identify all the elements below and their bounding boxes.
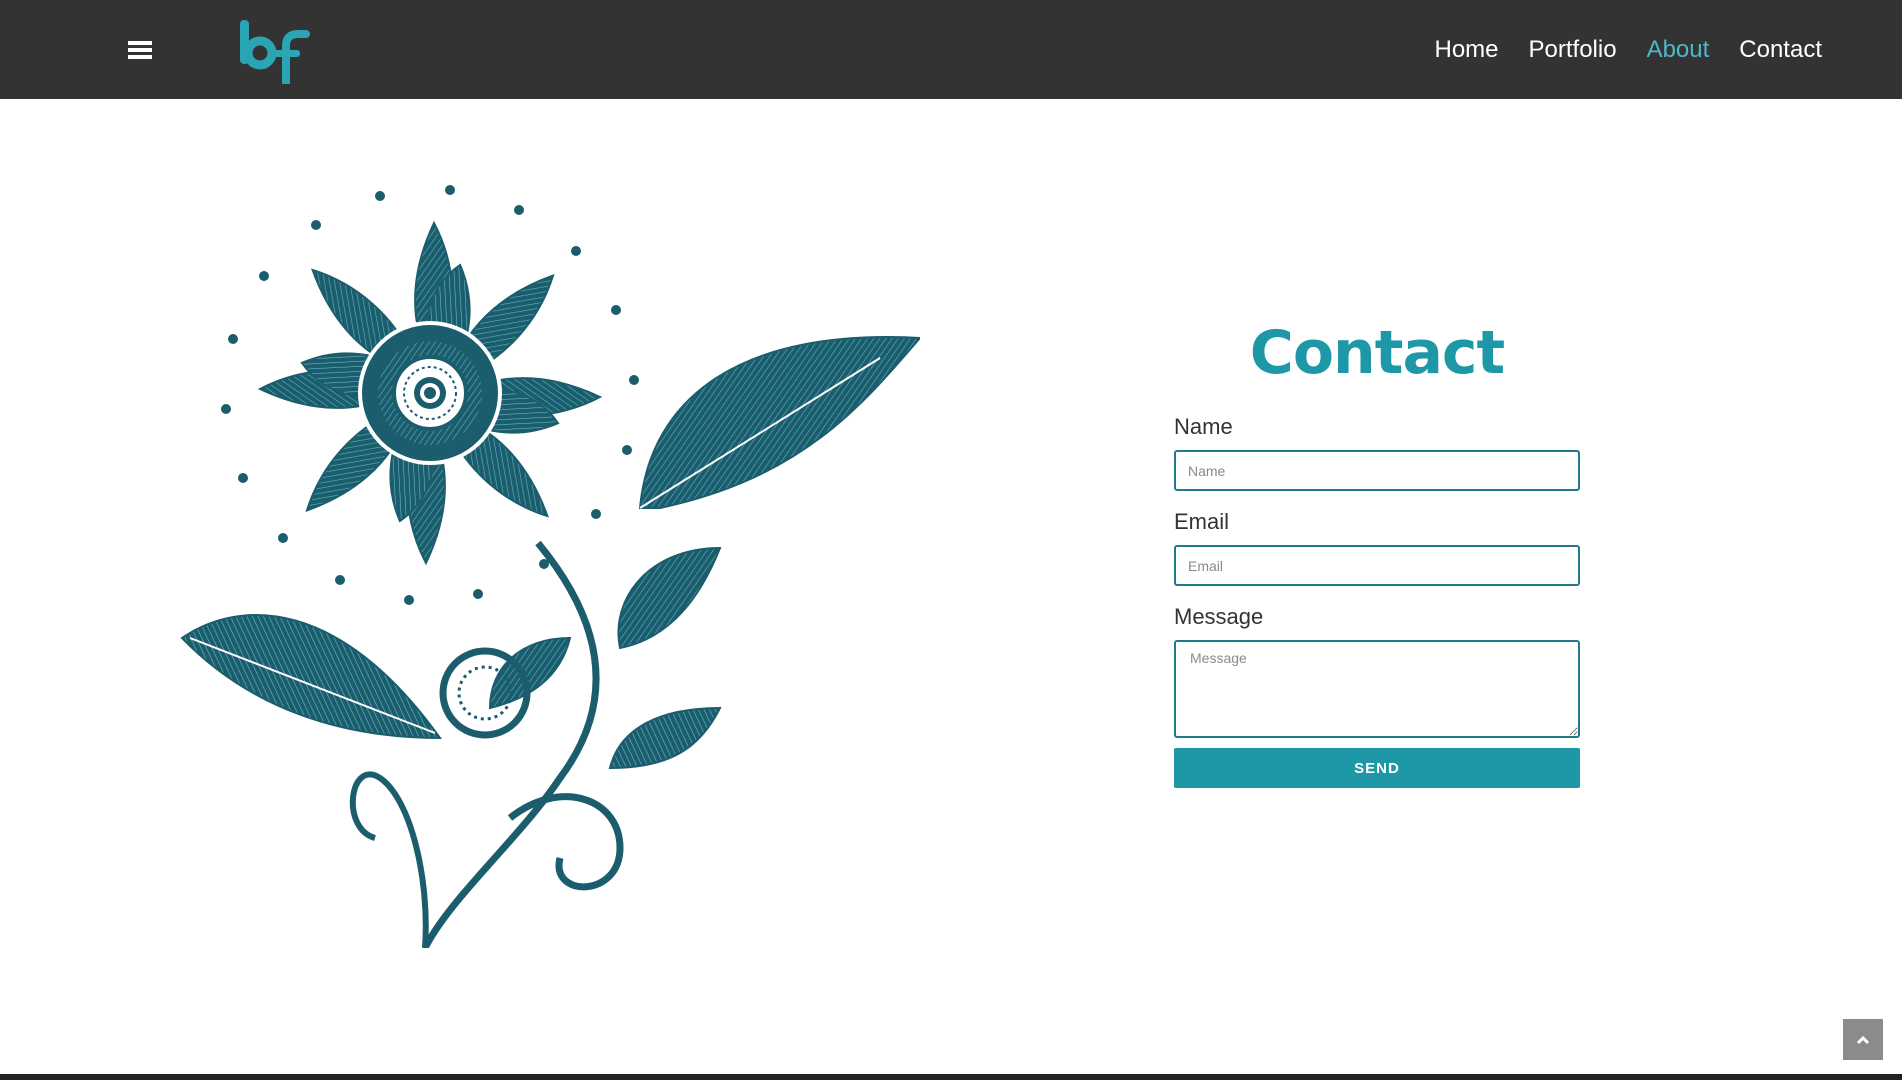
footer-strip: [0, 1074, 1902, 1080]
nav-portfolio[interactable]: Portfolio: [1529, 36, 1617, 64]
hamburger-menu-icon[interactable]: [128, 41, 152, 60]
email-input[interactable]: [1174, 545, 1580, 586]
teal-flower-illustration: [180, 185, 920, 948]
scroll-to-top-button[interactable]: [1843, 1019, 1883, 1060]
nav-contact[interactable]: Contact: [1739, 36, 1822, 64]
name-label: Name: [1174, 414, 1233, 439]
contact-title: Contact: [1249, 318, 1505, 388]
message-textarea[interactable]: [1174, 640, 1580, 738]
main-nav: Home Portfolio About Contact: [1404, 0, 1822, 99]
nav-about[interactable]: About: [1647, 36, 1710, 64]
chevron-up-icon: [1856, 1035, 1870, 1044]
send-button[interactable]: SEND: [1174, 748, 1580, 788]
bf-logo[interactable]: [238, 16, 310, 84]
nav-home[interactable]: Home: [1434, 36, 1498, 64]
contact-form: Name Email Message SEND: [1174, 414, 1580, 788]
email-label: Email: [1174, 509, 1230, 534]
top-navbar: Home Portfolio About Contact: [0, 0, 1902, 99]
name-input[interactable]: [1174, 450, 1580, 491]
message-label: Message: [1174, 604, 1264, 629]
